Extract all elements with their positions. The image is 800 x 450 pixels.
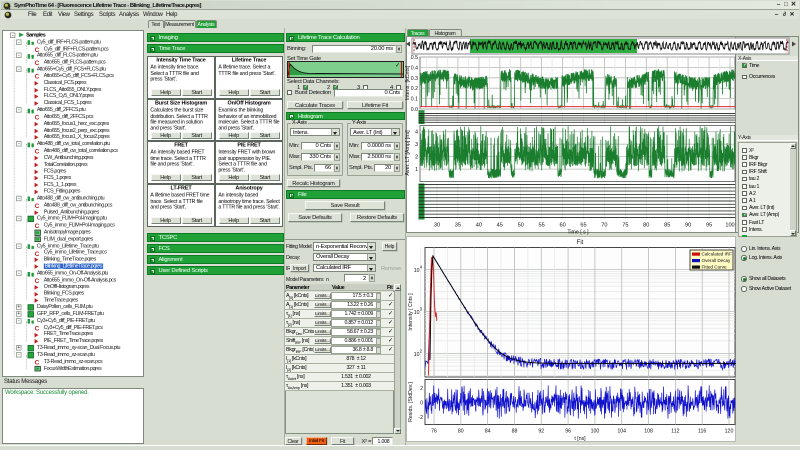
- svg-text:112: 112: [671, 429, 679, 435]
- svg-text:100: 100: [591, 429, 600, 435]
- svg-text:116: 116: [698, 429, 706, 435]
- svg-text:96: 96: [565, 429, 571, 435]
- svg-text:104: 104: [617, 429, 626, 435]
- svg-text:4: 4: [420, 265, 423, 270]
- svg-text:Intensity [ Cnts ]: Intensity [ Cnts ]: [408, 293, 414, 331]
- svg-text:80: 80: [458, 429, 464, 435]
- svg-text:120: 120: [725, 429, 734, 435]
- svg-text:10: 10: [414, 310, 420, 316]
- svg-text:108: 108: [644, 429, 653, 435]
- svg-text:Resids. [StdDev.]: Resids. [StdDev.]: [408, 382, 414, 422]
- svg-text:88: 88: [512, 429, 518, 435]
- svg-text:2: 2: [420, 349, 423, 354]
- svg-text:92: 92: [538, 429, 544, 435]
- svg-text:84: 84: [485, 429, 491, 435]
- svg-text:10: 10: [414, 352, 420, 358]
- svg-text:10: 10: [414, 268, 420, 274]
- svg-text:0: 0: [420, 401, 423, 407]
- svg-text:Overall Decay: Overall Decay: [702, 258, 732, 263]
- svg-text:Fit: Fit: [577, 240, 584, 246]
- svg-text:76: 76: [431, 429, 437, 435]
- svg-text:3: 3: [420, 307, 423, 312]
- svg-text:Fitted Curve: Fitted Curve: [702, 265, 727, 270]
- svg-text:-2: -2: [418, 415, 423, 421]
- svg-text:Calculated IRF: Calculated IRF: [702, 252, 733, 257]
- svg-text:2: 2: [420, 386, 423, 392]
- svg-text:t [ns]: t [ns]: [574, 436, 586, 442]
